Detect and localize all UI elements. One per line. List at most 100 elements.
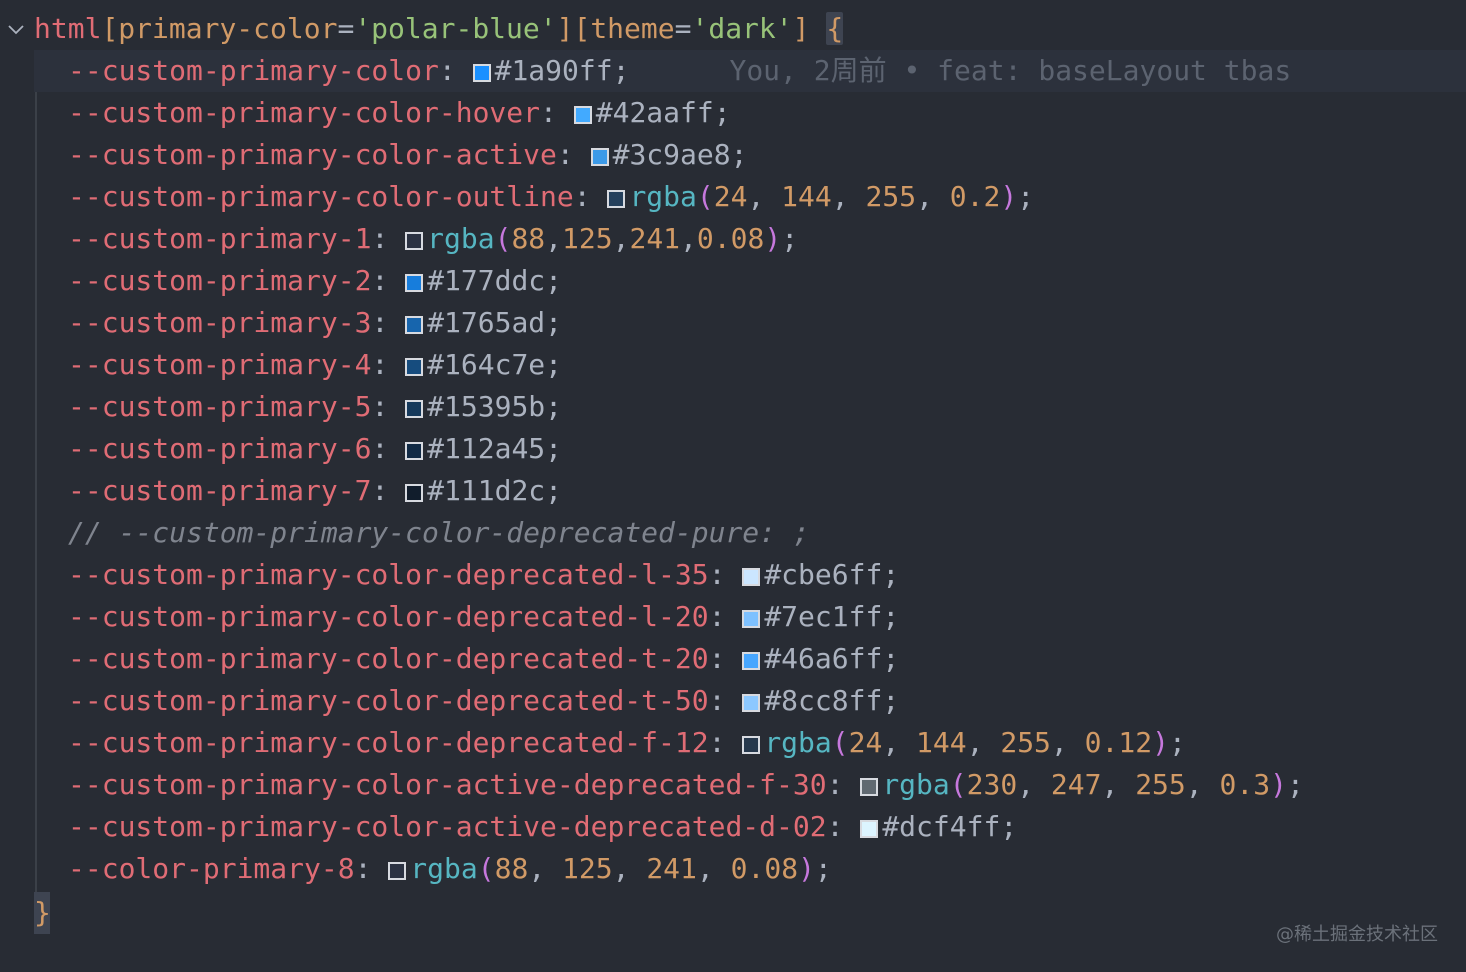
color-swatch[interactable] <box>742 694 761 712</box>
property-name: --custom-primary-7 <box>68 474 372 507</box>
code-line[interactable]: --custom-primary-color-deprecated-f-12: … <box>0 722 1466 764</box>
code-editor[interactable]: html[primary-color='polar-blue'][theme='… <box>0 0 1466 972</box>
number-arg: 0.3 <box>1202 768 1271 801</box>
declaration: --custom-primary-color: #1a90ff; You, 2周前… <box>68 50 1291 92</box>
number-arg: 0.2 <box>932 180 1001 213</box>
code-line[interactable]: --custom-primary-color-active-deprecated… <box>0 806 1466 848</box>
color-swatch[interactable] <box>742 736 761 754</box>
code-line[interactable]: --color-primary-8: rgba(88, 125, 241, 0.… <box>0 848 1466 890</box>
declaration: --custom-primary-7: #111d2c; <box>68 470 562 512</box>
code-line[interactable]: --custom-primary-color-outline: rgba(24,… <box>0 176 1466 218</box>
code-line[interactable]: --custom-primary-color-deprecated-l-20: … <box>0 596 1466 638</box>
color-swatch[interactable] <box>472 64 491 82</box>
color-swatch[interactable] <box>405 274 424 292</box>
code-line[interactable]: --custom-primary-1: rgba(88,125,241,0.08… <box>0 218 1466 260</box>
color-swatch[interactable] <box>388 862 407 880</box>
code-line[interactable]: --custom-primary-color-deprecated-t-20: … <box>0 638 1466 680</box>
color-swatch[interactable] <box>590 148 609 166</box>
color-swatch[interactable] <box>405 232 424 250</box>
paren: ( <box>831 726 849 759</box>
code-line[interactable]: --custom-primary-color-deprecated-l-35: … <box>0 554 1466 596</box>
comma: , <box>831 180 849 213</box>
comma: , <box>1050 726 1068 759</box>
code-line[interactable]: --custom-primary-color: #1a90ff; You, 2周前… <box>34 50 1466 92</box>
color-value: #cbe6ff <box>764 558 883 591</box>
declaration: --color-primary-8: rgba(88, 125, 241, 0.… <box>68 848 832 890</box>
code-line[interactable]: --custom-primary-color-hover: #42aaff; <box>0 92 1466 134</box>
code-line[interactable]: --custom-primary-2: #177ddc; <box>0 260 1466 302</box>
code-line[interactable]: --custom-primary-7: #111d2c; <box>0 470 1466 512</box>
colon: : <box>708 642 743 675</box>
number-arg: 0.12 <box>1067 726 1153 759</box>
property-name: --custom-primary-color <box>68 54 439 87</box>
color-swatch[interactable] <box>405 484 424 502</box>
code-line[interactable]: --custom-primary-color-active-deprecated… <box>0 764 1466 806</box>
color-swatch[interactable] <box>573 106 592 124</box>
color-swatch[interactable] <box>405 400 424 418</box>
color-swatch[interactable] <box>860 820 879 838</box>
code-line-close[interactable]: } <box>0 892 1466 934</box>
paren: ) <box>1270 768 1287 801</box>
semicolon: ; <box>545 306 563 339</box>
property-name: --custom-primary-1 <box>68 222 372 255</box>
code-line[interactable]: --custom-primary-color-active: #3c9ae8; <box>0 134 1466 176</box>
declaration: --custom-primary-4: #164c7e; <box>68 344 562 386</box>
property-name: --custom-primary-color-outline <box>68 180 574 213</box>
code-line[interactable]: --custom-primary-4: #164c7e; <box>0 344 1466 386</box>
code-line[interactable]: // --custom-primary-color-deprecated-pur… <box>0 512 1466 554</box>
number-arg: 241 <box>629 222 681 255</box>
number-arg: 24 <box>848 726 883 759</box>
semicolon: ; <box>1000 810 1018 843</box>
color-swatch[interactable] <box>742 652 761 670</box>
comment-text: // --custom-primary-color-deprecated-pur… <box>68 516 810 549</box>
number-arg: 88 <box>494 852 529 885</box>
color-swatch[interactable] <box>860 778 879 796</box>
colon: : <box>371 222 406 255</box>
colon: : <box>371 264 406 297</box>
semicolon: ; <box>545 432 563 465</box>
number-arg: 125 <box>545 852 613 885</box>
color-swatch[interactable] <box>405 358 424 376</box>
attr-bracket: [ <box>101 12 119 45</box>
colon: : <box>371 348 406 381</box>
color-value: #dcf4ff <box>882 810 1001 843</box>
paren: ( <box>494 222 512 255</box>
comma: , <box>747 180 765 213</box>
comma: , <box>916 180 933 213</box>
comma: , <box>966 726 984 759</box>
color-value: #112a45 <box>427 432 546 465</box>
color-value: #15395b <box>427 390 546 423</box>
declaration: --custom-primary-2: #177ddc; <box>68 260 562 302</box>
number-arg: 247 <box>1034 768 1102 801</box>
color-swatch[interactable] <box>742 568 761 586</box>
close-brace: } <box>34 896 51 929</box>
comma: , <box>528 852 546 885</box>
comma: , <box>882 726 900 759</box>
number-arg: 255 <box>983 726 1051 759</box>
paren: ) <box>1000 180 1018 213</box>
color-swatch[interactable] <box>405 316 424 334</box>
semicolon: ; <box>882 684 900 717</box>
colon: : <box>708 726 743 759</box>
comma: , <box>1017 768 1035 801</box>
color-swatch[interactable] <box>742 610 761 628</box>
code-line[interactable]: --custom-primary-6: #112a45; <box>0 428 1466 470</box>
declaration: --custom-primary-color-deprecated-l-20: … <box>68 596 899 638</box>
attr-value: 'polar-blue' <box>354 12 557 45</box>
comma: , <box>1101 768 1119 801</box>
code-line[interactable]: --custom-primary-3: #1765ad; <box>0 302 1466 344</box>
colon: : <box>826 768 861 801</box>
property-name: --custom-primary-color-active-deprecated… <box>68 768 827 801</box>
code-line[interactable]: --custom-primary-color-deprecated-t-50: … <box>0 680 1466 722</box>
paren: ) <box>1152 726 1169 759</box>
color-swatch[interactable] <box>405 442 424 460</box>
function-name: rgba <box>882 768 950 801</box>
attr-name: primary-color <box>118 12 338 45</box>
code-line-selector[interactable]: html[primary-color='polar-blue'][theme='… <box>0 8 1466 50</box>
declaration: --custom-primary-color-deprecated-t-50: … <box>68 680 899 722</box>
declaration: --custom-primary-6: #112a45; <box>68 428 562 470</box>
color-value: #1765ad <box>427 306 546 339</box>
color-swatch[interactable] <box>607 190 626 208</box>
code-line[interactable]: --custom-primary-5: #15395b; <box>0 386 1466 428</box>
chevron-down-icon[interactable] <box>4 17 28 41</box>
